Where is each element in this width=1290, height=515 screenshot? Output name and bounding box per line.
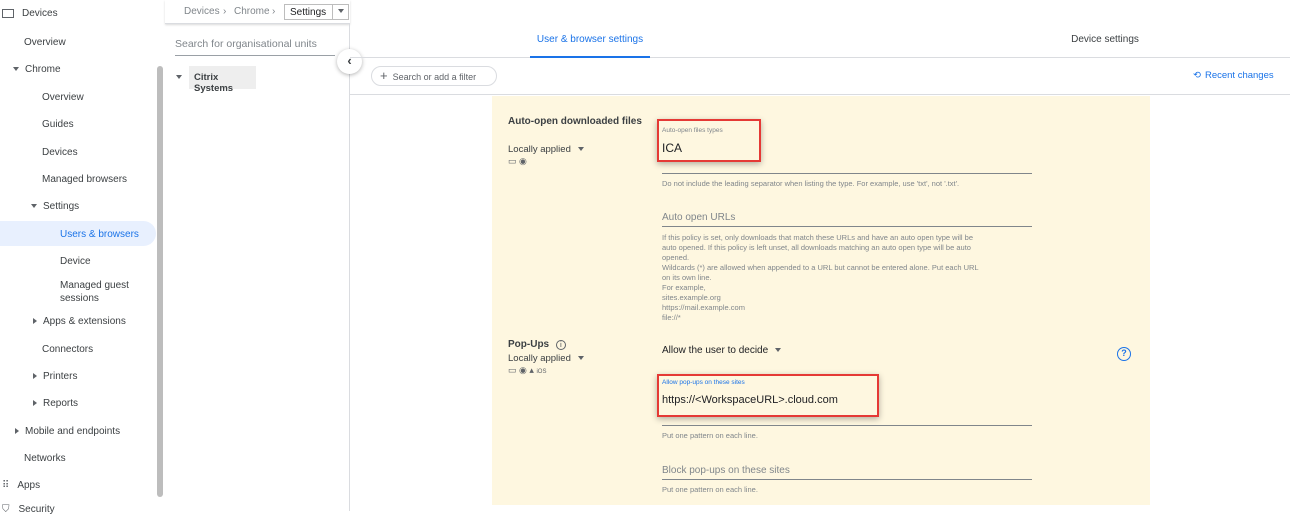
- help-line: Wildcards (*) are allowed when appended …: [662, 263, 979, 282]
- apps-grid-icon: ⠿: [2, 480, 9, 491]
- help-button[interactable]: ?: [1117, 347, 1131, 361]
- chevron-down-icon: [332, 5, 349, 19]
- sidebar-item-connectors[interactable]: Connectors: [42, 344, 93, 355]
- breadcrumb: Devices › Chrome › Settings: [165, 0, 350, 24]
- devices-icon: [2, 8, 14, 18]
- sidebar-item-chrome-overview[interactable]: Overview: [42, 92, 84, 103]
- collapsed-icon: [33, 373, 37, 380]
- input-underline: [662, 425, 1032, 426]
- help-text: Put one pattern on each line.: [662, 431, 758, 440]
- chevron-down-icon: [577, 147, 584, 152]
- collapsed-icon: [15, 428, 19, 435]
- sidebar-item-mobile-endpoints[interactable]: Mobile and endpoints: [15, 426, 120, 437]
- sidebar-item-devices[interactable]: Devices: [2, 8, 58, 19]
- locally-applied-dropdown[interactable]: Locally applied: [508, 353, 590, 364]
- org-unit-panel: Search for organisational units Citrix S…: [165, 24, 350, 511]
- collapsed-icon: [33, 400, 37, 407]
- filter-placeholder: Search or add a filter: [392, 72, 477, 82]
- org-unit-citrix-systems[interactable]: Citrix Systems: [189, 66, 256, 94]
- breadcrumb-separator: ›: [223, 6, 227, 17]
- org-search-input[interactable]: Search for organisational units: [175, 38, 335, 56]
- laptop-icon: ▭: [508, 365, 517, 375]
- info-icon[interactable]: i: [555, 340, 566, 350]
- input-underline: [662, 479, 1032, 480]
- applied-label: Locally applied: [508, 353, 571, 364]
- laptop-icon: ▭: [508, 156, 517, 166]
- chrome-icon: ◉: [519, 156, 527, 166]
- popups-mode-select[interactable]: Allow the user to decide: [662, 345, 787, 356]
- help-line: file://*: [662, 313, 681, 322]
- help-line: If this policy is set, only downloads th…: [662, 233, 974, 262]
- setting-title: Pop-Ups i: [508, 339, 566, 350]
- recent-changes-link[interactable]: ⟲ Recent changes: [1193, 70, 1274, 81]
- chevron-down-icon: [774, 348, 781, 353]
- popups-title: Pop-Ups: [508, 339, 550, 350]
- tab-user-browser-settings[interactable]: User & browser settings: [530, 24, 650, 58]
- help-text: Put one pattern on each line.: [662, 485, 758, 494]
- expand-icon: [176, 75, 182, 79]
- tab-device-settings[interactable]: Device settings: [1010, 24, 1200, 58]
- sidebar: Devices Overview Chrome Overview Guides …: [0, 0, 165, 515]
- platform-icons: ▭ ◉ ▴ iOS: [508, 365, 546, 376]
- sidebar-item-apps[interactable]: ⠿ Apps: [2, 480, 40, 491]
- breadcrumb-current: Settings: [290, 7, 327, 18]
- breadcrumb-settings-select[interactable]: Settings: [284, 4, 349, 20]
- expand-icon: [31, 204, 37, 209]
- sidebar-item-networks[interactable]: Networks: [24, 453, 66, 464]
- sidebar-scrollbar[interactable]: [157, 66, 163, 497]
- history-icon: ⟲: [1193, 70, 1201, 81]
- settings-card: Auto-open downloaded files Locally appli…: [492, 96, 1150, 511]
- locally-applied-dropdown[interactable]: Locally applied: [508, 144, 590, 155]
- help-line: sites.example.org: [662, 293, 721, 302]
- highlight-box: [657, 119, 761, 162]
- sidebar-item-managed-guest-sessions[interactable]: Managed guest sessions: [60, 279, 140, 305]
- question-icon: ?: [1121, 348, 1127, 358]
- android-icon: ▴: [529, 365, 534, 375]
- help-text: If this policy is set, only downloads th…: [662, 233, 982, 323]
- applied-label: Locally applied: [508, 144, 571, 155]
- sidebar-item-overview[interactable]: Overview: [24, 37, 66, 48]
- sidebar-item-managed-browsers[interactable]: Managed browsers: [42, 174, 127, 185]
- sidebar-item-guides[interactable]: Guides: [42, 119, 74, 130]
- setting-title: Auto-open downloaded files: [508, 116, 642, 127]
- popups-mode-value: Allow the user to decide: [662, 345, 769, 356]
- card-divider: [492, 505, 1150, 511]
- plus-icon: +: [380, 68, 388, 83]
- sidebar-item-device[interactable]: Device: [60, 256, 91, 267]
- breadcrumb-devices[interactable]: Devices: [184, 6, 220, 17]
- help-line: For example,: [662, 283, 706, 292]
- platform-icons: ▭ ◉: [508, 156, 527, 167]
- sidebar-item-reports[interactable]: Reports: [33, 398, 78, 409]
- expand-icon: [13, 67, 19, 72]
- ios-icon: iOS: [536, 369, 547, 375]
- help-line: https://mail.example.com: [662, 303, 745, 312]
- highlight-box: [657, 374, 879, 417]
- collapsed-icon: [33, 318, 37, 325]
- breadcrumb-separator: ›: [272, 6, 276, 17]
- sidebar-item-apps-extensions[interactable]: Apps & extensions: [33, 316, 126, 327]
- shield-icon: ⛉: [2, 504, 10, 515]
- sidebar-item-chrome[interactable]: Chrome: [13, 64, 61, 75]
- sidebar-item-chrome-devices[interactable]: Devices: [42, 147, 78, 158]
- help-text: Do not include the leading separator whe…: [662, 179, 960, 188]
- breadcrumb-chrome[interactable]: Chrome: [234, 6, 270, 17]
- recent-changes-label: Recent changes: [1204, 70, 1274, 81]
- auto-open-urls-input[interactable]: Auto open URLs: [662, 212, 735, 223]
- add-filter-chip[interactable]: + Search or add a filter: [371, 66, 497, 86]
- tab-bar: User & browser settings Device settings: [350, 24, 1290, 58]
- chevron-down-icon: [577, 356, 584, 361]
- block-popups-input[interactable]: Block pop-ups on these sites: [662, 465, 790, 476]
- sidebar-item-printers[interactable]: Printers: [33, 371, 77, 382]
- sidebar-item-settings[interactable]: Settings: [31, 201, 79, 212]
- sidebar-item-users-browsers[interactable]: Users & browsers: [0, 221, 156, 246]
- input-underline: [662, 226, 1032, 227]
- sidebar-item-security[interactable]: ⛉ Security: [2, 504, 55, 515]
- chrome-icon: ◉: [519, 365, 527, 375]
- input-underline: [662, 173, 1032, 174]
- filter-bar: + Search or add a filter ⟲ Recent changes: [350, 58, 1290, 95]
